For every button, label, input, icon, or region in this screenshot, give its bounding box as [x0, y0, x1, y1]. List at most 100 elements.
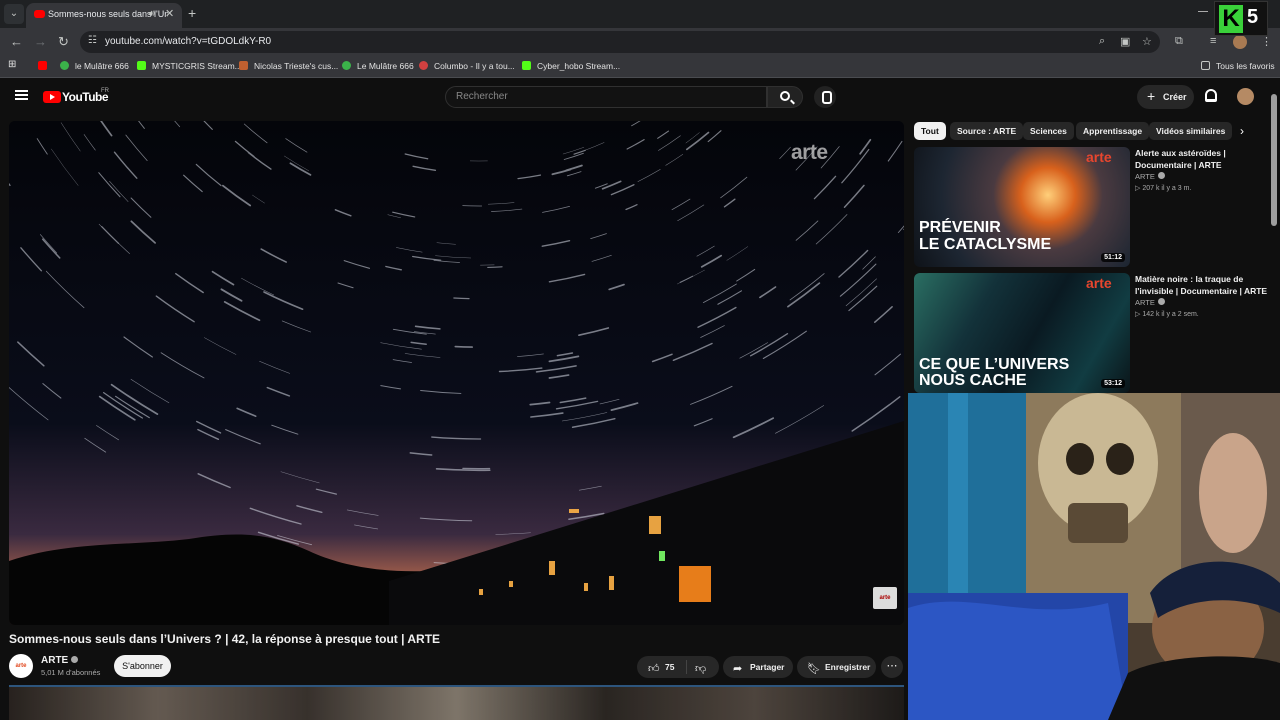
recommendation-channel[interactable]: ARTE	[1135, 298, 1165, 307]
chip-source-arte[interactable]: Source : ARTE	[950, 122, 1024, 140]
install-app-icon[interactable]: ▣	[1120, 35, 1130, 48]
bookmark-star-icon[interactable]: ☆	[1142, 35, 1152, 48]
columbo-icon	[419, 61, 428, 70]
like-count[interactable]: 75	[665, 662, 674, 672]
video-player[interactable]: arte arte	[9, 121, 904, 625]
bookmark-youtube[interactable]	[38, 61, 53, 71]
browser-tab-active[interactable]: Sommes-nous seuls dans l'Univers ? | 42,…	[26, 3, 182, 28]
url-text[interactable]: youtube.com/watch?v=tGDOLdkY-R0	[105, 36, 271, 47]
verified-icon	[71, 656, 79, 663]
bookmark-item[interactable]: le Mulâtre 666	[60, 61, 129, 71]
recommendation-title[interactable]: Matière noire : la traque de l'invisible…	[1135, 273, 1275, 297]
subscriber-count: 5,01 M d'abonnés	[41, 668, 101, 677]
create-button[interactable]: + Créer	[1137, 85, 1194, 109]
more-actions-icon[interactable]: ⋯	[881, 656, 903, 678]
thumbnail-arte-logo: arte	[1086, 275, 1112, 291]
browser-toolbar: ← → ↻ ☷ youtube.com/watch?v=tGDOLdkY-R0 …	[0, 28, 1280, 56]
browser-tabstrip: ⌄ Sommes-nous seuls dans l'Univers ? | 4…	[0, 0, 1280, 28]
star-trail	[487, 266, 503, 268]
k5-number: 5	[1247, 6, 1259, 28]
bookmark-item[interactable]: Columbo - Il y a tou...	[419, 61, 515, 71]
verified-icon	[1157, 298, 1165, 305]
thumbnail-text: CE QUE L’UNIVERS	[919, 356, 1070, 373]
create-label: Créer	[1163, 92, 1187, 102]
subscribe-button[interactable]: S'abonner	[114, 655, 171, 677]
share-button[interactable]: ➦ Partager	[723, 656, 793, 678]
apps-grid-icon[interactable]: ⊞	[8, 59, 16, 70]
chip-learning[interactable]: Apprentissage	[1076, 122, 1150, 140]
k5-overlay-logo: K 5	[1214, 1, 1268, 36]
star-trail	[453, 297, 470, 300]
webcam-feed-image	[908, 393, 1280, 720]
bookmark-item[interactable]: Le Mulâtre 666	[342, 61, 414, 71]
page-scrollbar[interactable]	[1271, 94, 1277, 226]
channel-name[interactable]: ARTE	[41, 655, 79, 666]
chevron-right-icon[interactable]: ›	[1240, 124, 1244, 138]
bookmark-item[interactable]: Nicolas Trieste's cus...	[239, 61, 338, 71]
extensions-icon[interactable]: ⧉	[1175, 35, 1183, 48]
fox-icon	[239, 61, 248, 70]
minimize-window-icon[interactable]	[1198, 4, 1208, 12]
description-preview[interactable]	[9, 685, 904, 720]
like-dislike-group: 👍︎ 75 👎︎	[637, 656, 719, 678]
save-button[interactable]: 🔖︎ Enregistrer	[797, 656, 876, 678]
search-button[interactable]	[767, 86, 803, 108]
search-input[interactable]: Rechercher	[445, 86, 767, 108]
zoom-icon[interactable]: ⌕	[1099, 35, 1105, 48]
play-icon	[342, 61, 351, 70]
kick-icon	[137, 61, 146, 70]
plus-icon: +	[1147, 88, 1156, 104]
all-bookmarks-folder[interactable]: Tous les favoris	[1201, 61, 1275, 71]
search-icon	[780, 91, 790, 101]
region-label: FR	[101, 88, 109, 94]
chip-sciences[interactable]: Sciences	[1023, 122, 1074, 140]
media-control-icon[interactable]: ≡	[1210, 35, 1216, 47]
verified-icon	[1157, 172, 1165, 179]
youtube-logo-icon[interactable]	[43, 91, 61, 103]
star-trail	[454, 345, 474, 348]
bookmark-item[interactable]: MYSTICGRIS Stream...	[137, 61, 242, 71]
video-duration: 53:12	[1101, 379, 1125, 388]
chip-related-videos[interactable]: Vidéos similaires	[1149, 122, 1233, 140]
thumbs-down-icon[interactable]: 👎︎	[695, 662, 706, 675]
notifications-bell-icon[interactable]	[1205, 89, 1217, 102]
chip-all[interactable]: Tout	[914, 122, 946, 140]
streamer-webcam-overlay	[908, 393, 1280, 720]
recommendation-thumbnail[interactable]: arte CE QUE L’UNIVERS NOUS CACHE 53:12	[914, 273, 1130, 393]
thumbnail-text: LE CATACLYSME	[919, 236, 1052, 253]
close-tab-icon[interactable]: ✕	[165, 7, 174, 20]
recommendation-thumbnail[interactable]: arte PRÉVENIR LE CATACLYSME 51:12	[914, 147, 1130, 267]
arte-corner-badge[interactable]: arte	[873, 587, 897, 609]
bookmark-item[interactable]: Cyber_hobo Stream...	[522, 61, 620, 71]
youtube-favicon-icon	[34, 10, 45, 18]
hamburger-menu-icon[interactable]	[15, 90, 28, 100]
back-icon[interactable]: ←	[10, 34, 23, 49]
tab-search-button[interactable]: ⌄	[4, 4, 24, 24]
divider	[686, 660, 687, 674]
arte-watermark: arte	[791, 141, 828, 164]
recommendation-title[interactable]: Alerte aux astéroïdes | Documentaire | A…	[1135, 147, 1275, 171]
forward-icon[interactable]: →	[34, 34, 47, 49]
save-playlist-icon: 🔖︎	[807, 663, 821, 675]
speaker-icon[interactable]: 🔊︎	[149, 8, 155, 19]
thumbs-up-icon[interactable]: 👍︎	[648, 662, 660, 675]
voice-search-icon[interactable]	[814, 86, 836, 108]
thumbnail-text: PRÉVENIR	[919, 219, 1001, 236]
channel-avatar[interactable]: arte	[9, 654, 33, 678]
browser-menu-icon[interactable]: ⋮	[1261, 35, 1272, 48]
recommendation-channel[interactable]: ARTE	[1135, 172, 1165, 181]
address-bar[interactable]: ☷ youtube.com/watch?v=tGDOLdkY-R0 ⌕ ▣ ☆	[80, 31, 1160, 53]
reload-icon[interactable]: ↻	[58, 34, 69, 50]
youtube-icon	[38, 61, 47, 70]
star-trails-frame	[9, 121, 904, 625]
video-title: Sommes-nous seuls dans l’Univers ? | 42,…	[9, 632, 441, 646]
profile-avatar[interactable]	[1233, 35, 1247, 49]
play-icon	[60, 61, 69, 70]
recommendation-meta: ▷ 207 k il y a 3 m.	[1135, 185, 1192, 192]
kick-icon	[522, 61, 531, 70]
search-placeholder: Rechercher	[456, 91, 508, 102]
new-tab-icon[interactable]: +	[188, 5, 196, 21]
recommendation-meta: ▷ 142 k il y a 2 sem.	[1135, 311, 1199, 318]
user-avatar[interactable]	[1237, 88, 1254, 105]
site-info-icon[interactable]: ☷	[88, 35, 97, 46]
